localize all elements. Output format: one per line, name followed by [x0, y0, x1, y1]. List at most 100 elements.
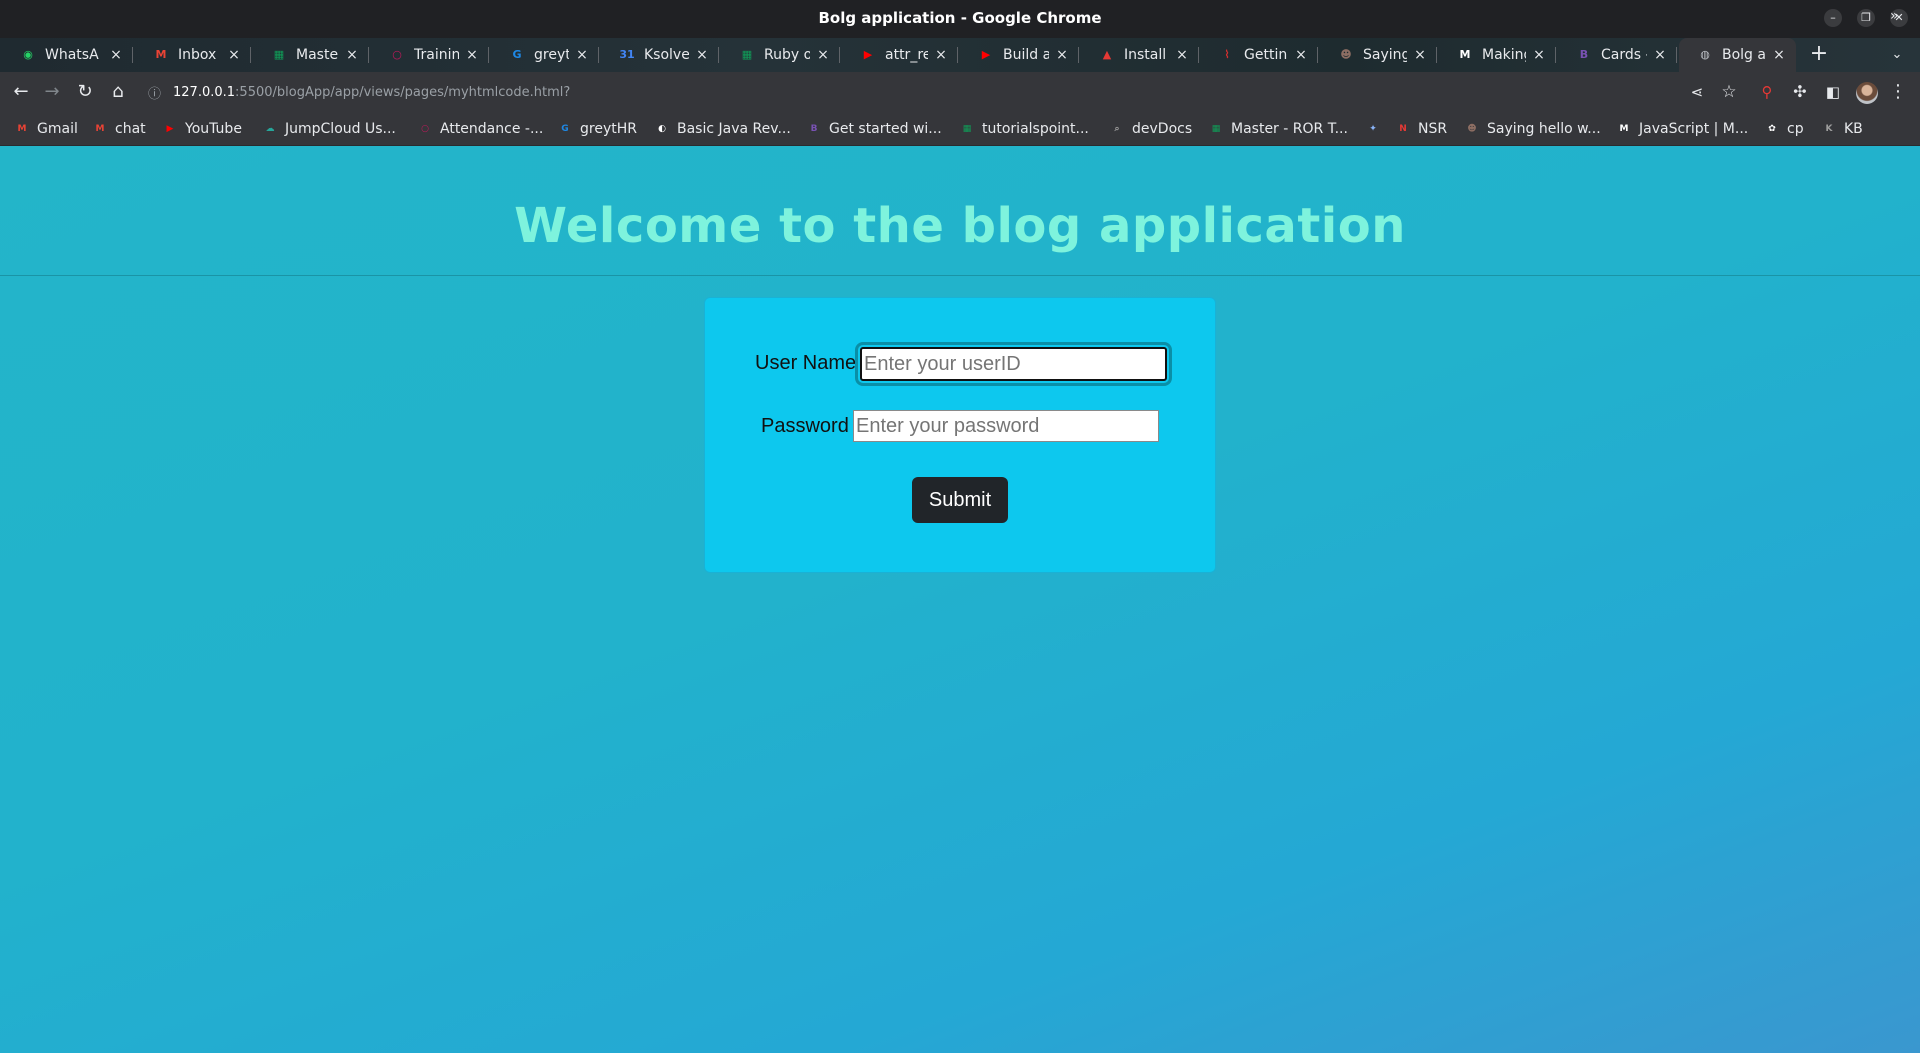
reload-icon[interactable]: ↻ — [73, 80, 97, 104]
tab-separator — [598, 47, 599, 63]
tab-label: Ruby on — [764, 47, 810, 63]
bookmark-label: NSR — [1418, 121, 1448, 137]
bookmark-item[interactable]: ✦ — [1366, 120, 1388, 138]
gmail-icon: M — [17, 124, 27, 134]
bookmark-label: Get started wi... — [829, 121, 942, 137]
bookmark-item[interactable]: M JavaScript | M... — [1617, 120, 1749, 138]
close-tab-icon[interactable]: × — [1530, 46, 1548, 64]
menu-icon[interactable]: ⋮ — [1886, 80, 1910, 104]
close-tab-icon[interactable]: × — [573, 46, 591, 64]
username-input[interactable] — [855, 342, 1172, 386]
login-card: User Name Password Submit — [704, 297, 1216, 573]
tab[interactable]: 31 Ksolves× — [601, 38, 719, 72]
close-tab-icon[interactable]: × — [1292, 46, 1310, 64]
bootstrap-icon: B — [1579, 48, 1589, 61]
close-tab-icon[interactable]: × — [693, 46, 711, 64]
side-panel-icon[interactable]: ◧ — [1821, 80, 1845, 104]
url-host: 127.0.0.1 — [173, 84, 236, 100]
bookmark-label: JumpCloud Us... — [285, 121, 396, 137]
bookmark-item[interactable]: ◐ Basic Java Rev... — [655, 120, 791, 138]
close-tab-icon[interactable]: × — [932, 46, 950, 64]
bookmark-item[interactable]: ▦ Master - ROR T... — [1209, 120, 1348, 138]
bookmark-star-icon[interactable]: ☆ — [1717, 80, 1741, 104]
bookmark-label: Gmail — [37, 121, 78, 137]
bookmark-item[interactable]: ▶ YouTube — [163, 120, 242, 138]
bookmarks-overflow-icon[interactable]: » — [1890, 8, 1899, 24]
gmail-icon: M — [95, 124, 105, 134]
bookmark-item[interactable]: ⌕ devDocs — [1110, 120, 1192, 138]
bookmark-label: devDocs — [1132, 121, 1193, 137]
tab[interactable]: GgreytHR× — [491, 38, 599, 72]
tab-separator — [1676, 47, 1677, 63]
sparkle-icon: ✦ — [1369, 124, 1377, 134]
bookmark-item[interactable]: K KB — [1822, 120, 1863, 138]
tab-separator — [1317, 47, 1318, 63]
tab[interactable]: ▦ Ruby on× — [721, 38, 840, 72]
submit-button[interactable]: Submit — [912, 477, 1008, 523]
tab[interactable]: ⌇ Getting× — [1201, 38, 1318, 72]
close-tab-icon[interactable]: × — [343, 46, 361, 64]
new-tab-button[interactable]: + — [1806, 42, 1832, 68]
search-doc-icon: ⌕ — [1114, 124, 1120, 134]
close-tab-icon[interactable]: × — [1173, 46, 1191, 64]
tab-label: Master - — [296, 47, 339, 63]
bookmark-item[interactable]: Mchat — [93, 120, 146, 138]
bookmark-item[interactable]: ☁ JumpCloud Us... — [263, 120, 396, 138]
close-tab-icon[interactable]: × — [225, 46, 243, 64]
close-tab-icon[interactable]: × — [107, 46, 125, 64]
tab[interactable]: ◍ Bolg ap× — [1679, 38, 1796, 72]
bookmark-item[interactable]: M Gmail — [15, 120, 78, 138]
cat-icon: ☻ — [1340, 48, 1352, 61]
tab[interactable]: ▲ Install R× — [1081, 38, 1199, 72]
tab[interactable]: ▦ Master -× — [253, 38, 369, 72]
bookmark-item[interactable]: ○ Attendance -... — [418, 120, 543, 138]
warning-icon: ▲ — [1102, 48, 1112, 61]
tab[interactable]: ◉ WhatsA × — [2, 38, 133, 72]
tab[interactable]: ▶ attr_rea× — [842, 38, 958, 72]
jumpcloud-icon: ☁ — [265, 124, 275, 134]
tab[interactable]: ○ Training× — [371, 38, 489, 72]
minimize-icon[interactable]: – — [1824, 9, 1842, 27]
tab-label: Ksolves — [644, 47, 689, 63]
profile-avatar[interactable] — [1856, 82, 1878, 104]
tab[interactable]: ▶ Build a × — [960, 38, 1079, 72]
close-tab-icon[interactable]: × — [1053, 46, 1071, 64]
nsr-icon: N — [1399, 124, 1407, 134]
site-info-icon[interactable]: ⓘ — [148, 83, 161, 102]
bookmark-item[interactable]: B Get started wi... — [807, 120, 942, 138]
tab-label: Getting — [1244, 47, 1288, 63]
bookmark-item[interactable]: GgreytHR — [558, 120, 637, 138]
sheets-icon: ▦ — [1211, 124, 1221, 134]
bookmark-label: Saying hello w... — [1487, 121, 1601, 137]
tab-label: Making — [1482, 47, 1526, 63]
tab[interactable]: M Making× — [1439, 38, 1556, 72]
bookmark-item[interactable]: N NSR — [1396, 120, 1447, 138]
page-header: Welcome to the blog application — [0, 146, 1920, 276]
bookmark-item[interactable]: ☻ Saying hello w... — [1465, 120, 1601, 138]
bootstrap-icon: B — [810, 124, 818, 134]
restore-icon[interactable]: ❐ — [1857, 9, 1875, 27]
close-tab-icon[interactable]: × — [463, 46, 481, 64]
extensions-icon[interactable]: ✣ — [1788, 80, 1812, 104]
address-bar[interactable]: ⓘ 127.0.0.1 :5500/blogApp/app/views/page… — [148, 82, 570, 102]
back-icon[interactable]: ← — [9, 80, 33, 104]
close-tab-icon[interactable]: × — [814, 46, 832, 64]
close-tab-icon[interactable]: × — [1651, 46, 1669, 64]
bookmark-item[interactable]: ▦ tutorialspoint... — [960, 120, 1089, 138]
share-icon[interactable]: ⋖ — [1685, 80, 1709, 104]
home-icon[interactable]: ⌂ — [106, 80, 130, 104]
search-extension-icon[interactable]: ⚲ — [1755, 80, 1779, 104]
tab[interactable]: ☻ Saying h× — [1320, 38, 1437, 72]
tab[interactable]: B Cards - B× — [1558, 38, 1677, 72]
globe-icon: ◍ — [1700, 48, 1710, 61]
tab-label: Training — [414, 47, 459, 63]
forward-icon[interactable]: → — [40, 80, 64, 104]
bookmark-item[interactable]: ✿ cp — [1765, 120, 1803, 138]
tab[interactable]: M Inbox - J× — [135, 38, 251, 72]
tab-separator — [250, 47, 251, 63]
close-tab-icon[interactable]: × — [1770, 46, 1788, 64]
password-input[interactable] — [853, 410, 1159, 442]
tab-search-icon[interactable]: ⌄ — [1884, 42, 1910, 68]
close-tab-icon[interactable]: × — [1411, 46, 1429, 64]
circle-icon: ○ — [421, 124, 429, 134]
